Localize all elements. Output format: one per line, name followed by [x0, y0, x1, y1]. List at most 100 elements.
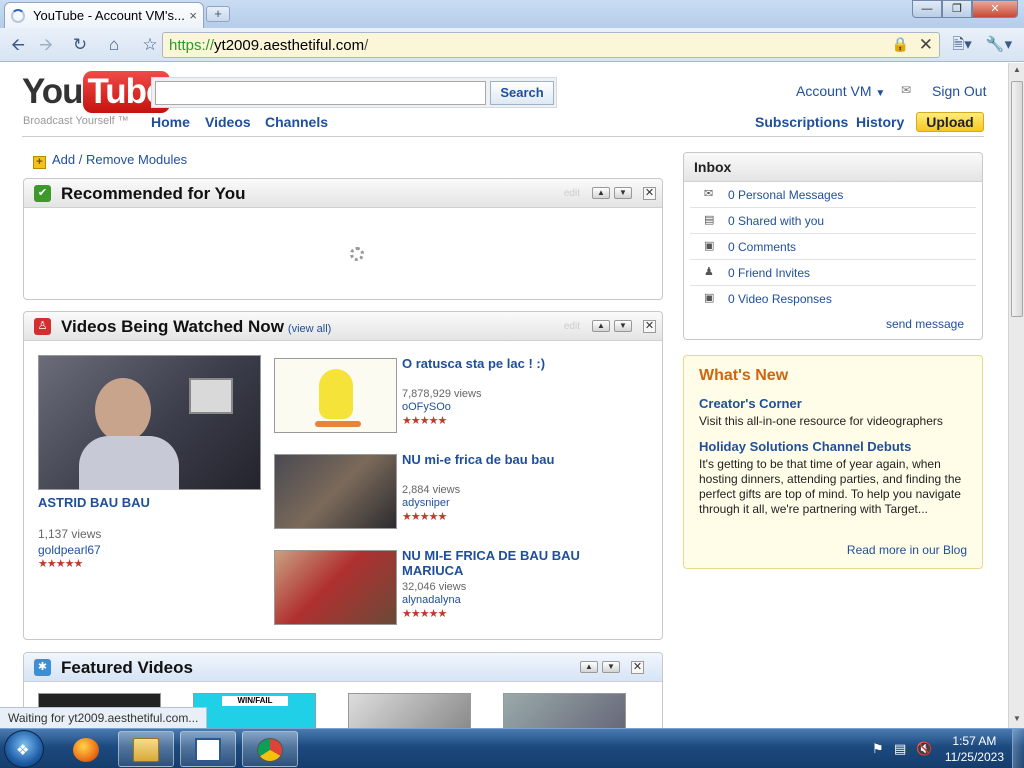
stop-icon[interactable]: ✕ [919, 35, 933, 55]
close-module-icon[interactable]: ✕ [643, 187, 656, 200]
show-desktop-button[interactable] [1012, 729, 1024, 768]
start-button[interactable]: ❖ [4, 730, 44, 768]
whats-new-text: Visit this all-in-one resource for video… [699, 414, 943, 428]
video-user-link[interactable]: goldpearl67 [38, 543, 101, 557]
video-title-link[interactable]: ASTRID BAU BAU [38, 495, 150, 510]
search-input[interactable] [155, 81, 486, 105]
video-response-icon: ▣ [704, 292, 715, 304]
close-module-icon[interactable]: ✕ [643, 320, 656, 333]
taskbar-explorer[interactable] [118, 731, 174, 767]
clock[interactable]: 1:57 AM 11/25/2023 [945, 733, 1004, 765]
reload-icon[interactable]: ↻ [68, 34, 92, 56]
inbox-panel: Inbox ✉ 0 Personal Messages ▤ 0 Shared wit… [683, 152, 983, 340]
module-header: ✱ Featured Videos ▲ ▼ ✕ [24, 653, 662, 682]
move-up-icon[interactable]: ▲ [580, 661, 598, 673]
rating-stars: ★★★★★ [38, 558, 83, 570]
inbox-row[interactable]: ▣ 0 Video Responses [690, 286, 976, 312]
move-down-icon[interactable]: ▼ [614, 187, 632, 199]
youtube-logo[interactable]: You Tube Broadcast Yourself ™ [22, 71, 170, 127]
watched-now-module: ♙ Videos Being Watched Now (view all) edi… [23, 311, 663, 640]
inbox-row[interactable]: ✉ 0 Personal Messages [690, 182, 976, 208]
edit-link[interactable]: edit [564, 188, 580, 199]
sign-out-link[interactable]: Sign Out [932, 83, 986, 99]
upload-button[interactable]: Upload [916, 112, 984, 132]
close-module-icon[interactable]: ✕ [631, 661, 644, 674]
edit-link[interactable]: edit [564, 321, 580, 332]
taskbar-chrome[interactable] [242, 731, 298, 767]
video-thumbnail[interactable] [348, 693, 471, 728]
windows-logo-icon: ❖ [16, 742, 30, 759]
address-bar[interactable]: https://yt2009.aesthetiful.com/ 🔒 ✕ [162, 32, 940, 58]
inbox-row[interactable]: ▣ 0 Comments [690, 234, 976, 260]
move-up-icon[interactable]: ▲ [592, 320, 610, 332]
video-thumbnail[interactable]: WIN/FAIL [193, 693, 316, 728]
flag-icon[interactable]: ⚑ [872, 741, 884, 757]
nav-home[interactable]: Home [151, 114, 190, 130]
inbox-row[interactable]: ▤ 0 Shared with you [690, 208, 976, 234]
add-remove-modules[interactable]: + Add / Remove Modules [33, 152, 187, 169]
move-up-icon[interactable]: ▲ [592, 187, 610, 199]
home-icon[interactable]: ⌂ [102, 34, 126, 56]
scrollbar-thumb[interactable] [1011, 81, 1023, 317]
browser-toolbar: 🡨 🡪 ↻ ⌂ ☆ https://yt2009.aesthetiful.com… [0, 28, 1024, 62]
search-button[interactable]: Search [490, 81, 554, 105]
video-user-link[interactable]: adysniper [402, 497, 450, 509]
forward-arrow-icon[interactable]: 🡪 [34, 34, 58, 56]
video-title-link[interactable]: NU mi-e frica de bau bau [402, 452, 554, 467]
history-link[interactable]: History [856, 114, 904, 130]
browser-titlebar: YouTube - Account VM's... × + — ❐ ✕ [0, 0, 1024, 28]
maximize-button[interactable]: ❐ [942, 0, 972, 18]
network-icon[interactable]: ▤ [894, 741, 906, 757]
rating-stars: ★★★★★ [402, 415, 447, 427]
move-down-icon[interactable]: ▼ [602, 661, 620, 673]
browser-tab[interactable]: YouTube - Account VM's... × [4, 2, 204, 28]
scroll-up-arrow-icon[interactable]: ▲ [1011, 65, 1023, 77]
minimize-button[interactable]: — [912, 0, 942, 18]
account-menu[interactable]: Account VM ▼ [796, 83, 885, 99]
holiday-solutions-link[interactable]: Holiday Solutions Channel Debuts [699, 439, 911, 454]
taskbar-window[interactable] [180, 731, 236, 767]
video-thumbnail[interactable] [274, 550, 397, 625]
inbox-envelope-icon[interactable]: ✉ [901, 83, 911, 97]
video-thumbnail[interactable] [503, 693, 626, 728]
module-header: ♙ Videos Being Watched Now (view all) edi… [24, 312, 662, 341]
video-views: 1,137 views [38, 527, 102, 541]
wrench-icon[interactable]: 🔧▾ [984, 34, 1014, 56]
video-thumbnail[interactable] [38, 355, 261, 490]
nav-videos[interactable]: Videos [205, 114, 251, 130]
subscriptions-link[interactable]: Subscriptions [755, 114, 848, 130]
scroll-down-arrow-icon[interactable]: ▼ [1011, 714, 1023, 726]
video-user-link[interactable]: oOFySOo [402, 401, 451, 413]
window-close-button[interactable]: ✕ [972, 0, 1018, 18]
video-title-link[interactable]: O ratusca sta pe lac ! :) [402, 356, 545, 371]
firefox-icon [73, 738, 99, 762]
module-header: ✔ Recommended for You edit ▲ ▼ ✕ [24, 179, 662, 208]
taskbar-firefox[interactable] [58, 731, 114, 767]
video-thumbnail[interactable] [274, 358, 397, 433]
bookmark-star-icon[interactable]: ☆ [138, 34, 162, 56]
nav-channels[interactable]: Channels [265, 114, 328, 130]
send-message-link[interactable]: send message [886, 317, 964, 331]
video-user-link[interactable]: alynadalyna [402, 594, 461, 606]
creators-corner-link[interactable]: Creator's Corner [699, 396, 802, 411]
lock-icon[interactable]: 🔒 [892, 36, 909, 53]
move-down-icon[interactable]: ▼ [614, 320, 632, 332]
video-views: 32,046 views [402, 581, 467, 593]
web-page: You Tube Broadcast Yourself ™ Search Home… [0, 63, 1008, 728]
tab-close-icon[interactable]: × [189, 8, 197, 23]
view-all-link[interactable]: (view all) [288, 323, 331, 335]
rating-stars: ★★★★★ [402, 608, 447, 620]
watched-now-icon: ♙ [34, 318, 51, 335]
new-tab-button[interactable]: + [206, 6, 230, 22]
inbox-row[interactable]: ♟ 0 Friend Invites [690, 260, 976, 286]
featured-icon: ✱ [34, 659, 51, 676]
read-more-blog-link[interactable]: Read more in our Blog [847, 543, 967, 557]
vertical-scrollbar[interactable]: ▲ ▼ [1008, 63, 1024, 728]
video-title-link[interactable]: NU MI-E FRICA DE BAU BAU MARIUCA [402, 548, 602, 578]
loading-spinner-icon [350, 247, 364, 261]
back-arrow-icon[interactable]: 🡨 [6, 34, 30, 56]
volume-muted-icon[interactable]: 🔇 [916, 741, 932, 757]
shared-icon: ▤ [704, 214, 715, 226]
page-menu-icon[interactable]: 🗎▾ [948, 34, 976, 56]
video-thumbnail[interactable] [274, 454, 397, 529]
